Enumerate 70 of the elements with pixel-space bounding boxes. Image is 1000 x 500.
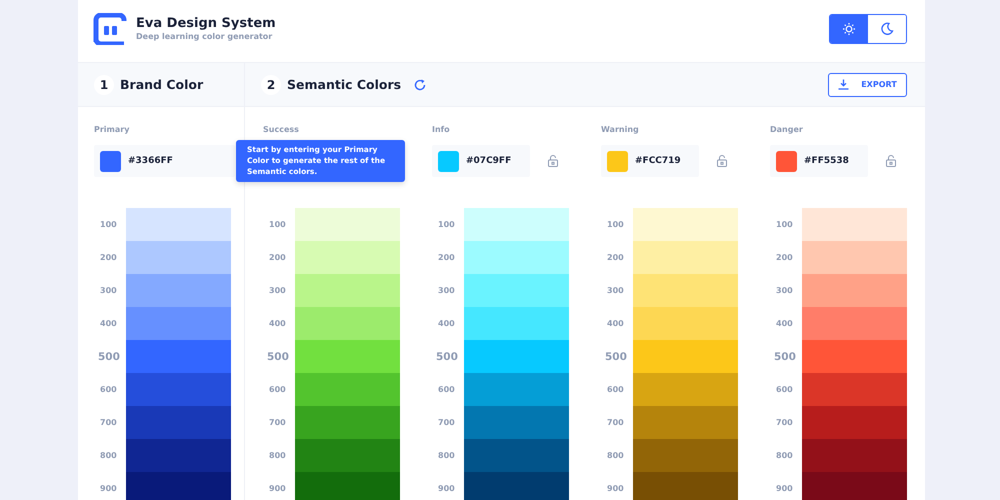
- step-number: 2: [261, 74, 281, 94]
- shade-label: 700: [775, 418, 794, 427]
- shade-label: 200: [268, 253, 287, 262]
- shade-label: 300: [606, 286, 625, 295]
- shade-label: 600: [268, 385, 287, 394]
- shade-label: 800: [606, 451, 625, 460]
- shade-label: 100: [99, 220, 118, 229]
- step-title: Semantic Colors: [287, 77, 402, 92]
- shade-label: 500: [773, 350, 797, 362]
- shade-label: 400: [268, 319, 287, 328]
- shade-label: 600: [437, 385, 456, 394]
- step-title: Brand Color: [120, 77, 204, 92]
- color-label: Warning: [601, 125, 640, 135]
- sun-icon: [842, 22, 856, 36]
- shade-label: 700: [606, 418, 625, 427]
- shade-label: 700: [268, 418, 287, 427]
- shade-label: 200: [99, 253, 118, 262]
- shade-label: 500: [604, 350, 628, 362]
- color-label: Danger: [770, 125, 804, 135]
- shade-label: 600: [99, 385, 118, 394]
- color-field[interactable]: #07C9FF: [432, 145, 530, 177]
- shade-label: 800: [268, 451, 287, 460]
- refresh-icon[interactable]: [414, 78, 426, 90]
- shade-label: 300: [437, 286, 456, 295]
- shade-label: 500: [435, 350, 459, 362]
- color-field[interactable]: #FCC719: [601, 145, 699, 177]
- shade-label: 200: [606, 253, 625, 262]
- lock-icon[interactable]: [717, 155, 727, 167]
- logo-icon: [93, 13, 127, 45]
- shade-label: 900: [437, 484, 456, 493]
- moon-icon: [880, 22, 894, 36]
- shade-label: 900: [606, 484, 625, 493]
- shade-label: 100: [606, 220, 625, 229]
- shade-label: 600: [606, 385, 625, 394]
- shade-label: 100: [268, 220, 287, 229]
- shade-label: 700: [437, 418, 456, 427]
- color-label: Primary: [94, 125, 130, 135]
- shade-label: 300: [99, 286, 118, 295]
- shade-label: 400: [606, 319, 625, 328]
- shade-label: 900: [775, 484, 794, 493]
- shade-label: 200: [775, 253, 794, 262]
- shade-label: 400: [99, 319, 118, 328]
- shade-label: 300: [775, 286, 794, 295]
- shade-label: 500: [266, 350, 290, 362]
- shade-label: 400: [775, 319, 794, 328]
- shade-label: 200: [437, 253, 456, 262]
- download-icon: [838, 79, 850, 90]
- shade-label: 100: [437, 220, 456, 229]
- color-label: Success: [263, 125, 300, 135]
- color-label: Info: [432, 125, 451, 135]
- shade-label: 400: [437, 319, 456, 328]
- shade-label: 900: [99, 484, 118, 493]
- lock-icon[interactable]: [886, 155, 896, 167]
- lock-icon[interactable]: [548, 155, 558, 167]
- shade-label: 800: [437, 451, 456, 460]
- shade-label: 800: [99, 451, 118, 460]
- shade-label: 800: [775, 451, 794, 460]
- step-number: 1: [94, 74, 114, 94]
- shade-label: 900: [268, 484, 287, 493]
- color-field[interactable]: #FF5538: [770, 145, 868, 177]
- export-button[interactable]: EXPORT: [828, 72, 907, 96]
- app-title: Eva Design System: [136, 16, 276, 30]
- shade-label: 300: [268, 286, 287, 295]
- shade-label: 100: [775, 220, 794, 229]
- shade-label: 700: [99, 418, 118, 427]
- app-subtitle: Deep learning color generator: [136, 32, 274, 40]
- shade-label: 500: [97, 350, 121, 362]
- color-field[interactable]: #3366FF: [94, 145, 235, 177]
- shade-label: 600: [775, 385, 794, 394]
- theme-button[interactable]: [830, 14, 868, 42]
